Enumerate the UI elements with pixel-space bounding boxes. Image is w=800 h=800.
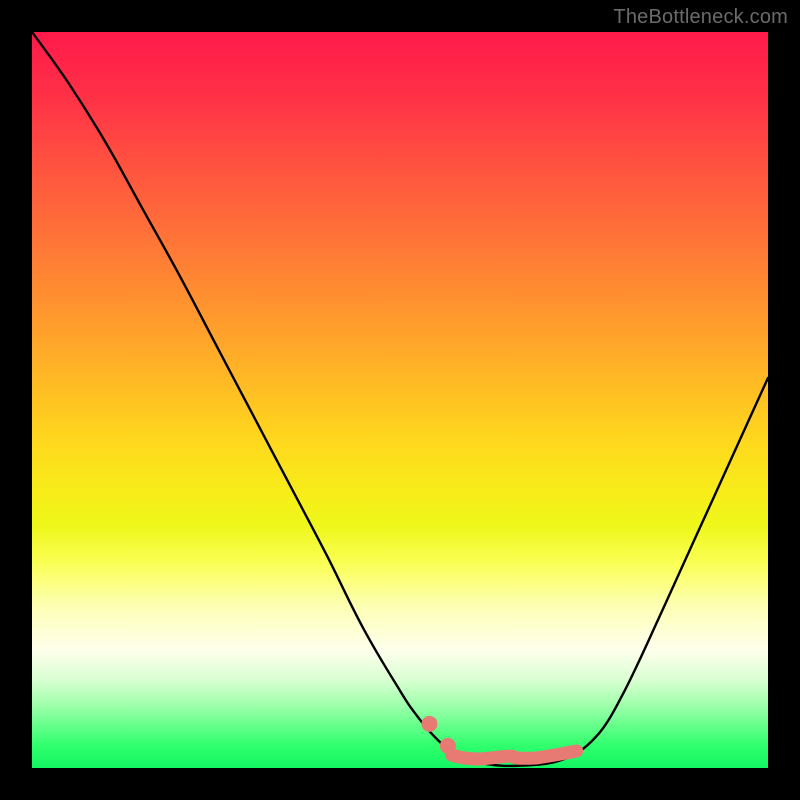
optimal-range-highlight — [452, 751, 577, 759]
highlight-dot-1 — [421, 716, 437, 732]
highlight-dot-2 — [440, 738, 456, 754]
chart-frame: TheBottleneck.com — [0, 0, 800, 800]
plot-area — [32, 32, 768, 768]
watermark-text: TheBottleneck.com — [613, 6, 788, 29]
bottleneck-curve — [32, 32, 768, 766]
chart-svg — [32, 32, 768, 768]
